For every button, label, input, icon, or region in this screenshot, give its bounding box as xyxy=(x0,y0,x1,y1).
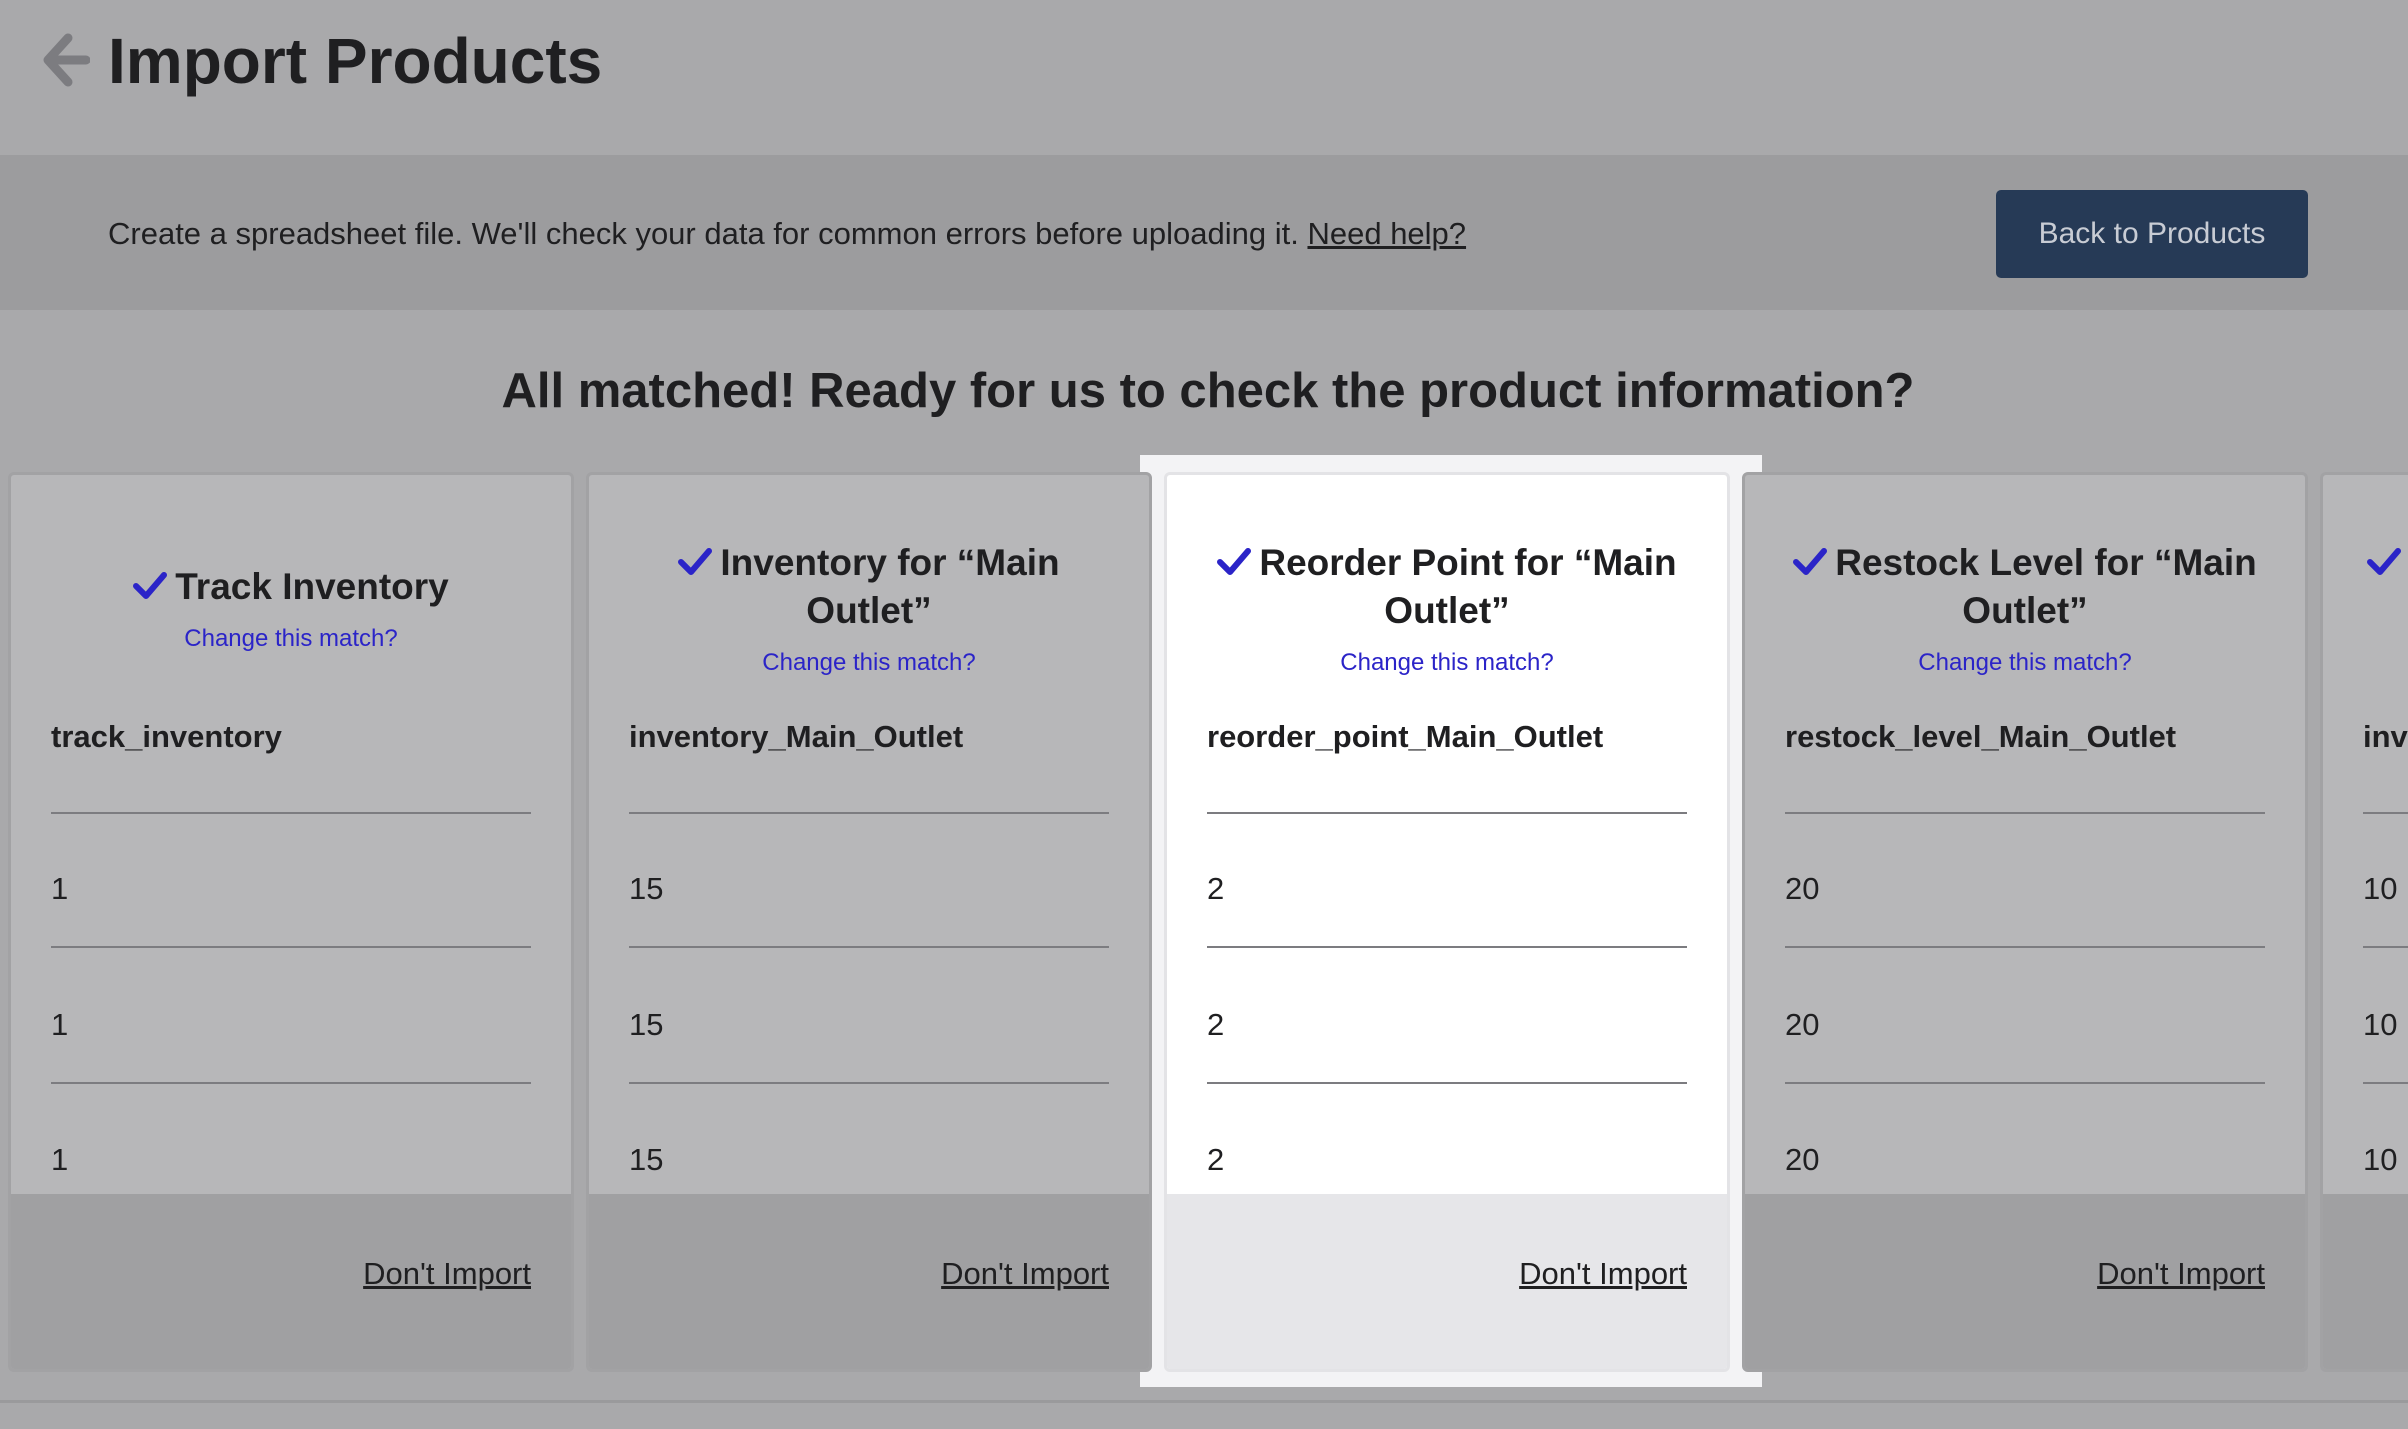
value-cell: 20 xyxy=(1785,1142,2265,1178)
card-title: Inventory for “Main Outlet” xyxy=(589,539,1149,635)
divider xyxy=(51,812,531,814)
dont-import-link[interactable]: Don't Import xyxy=(941,1256,1109,1292)
dont-import-link[interactable]: Don't Import xyxy=(1519,1256,1687,1292)
column-card: Track Inventory Change this match? track… xyxy=(8,472,574,1372)
column-card: Inventory for “Main Outlet” Change this … xyxy=(586,472,1152,1372)
value-cell: 2 xyxy=(1207,871,1687,907)
value-cell: 15 xyxy=(629,1007,1109,1043)
column-card-active: Reorder Point for “Main Outlet” Change t… xyxy=(1164,472,1730,1372)
value-cell: 1 xyxy=(51,1142,531,1178)
value-cell: 10 xyxy=(2363,1007,2408,1043)
divider xyxy=(629,946,1109,948)
card-footer: Don't Import xyxy=(1167,1194,1727,1369)
page-title: Import Products xyxy=(108,18,602,104)
value-cell: 1 xyxy=(51,1007,531,1043)
value-cell: 20 xyxy=(1785,871,2265,907)
page-header: Import Products xyxy=(0,0,2408,155)
value-cell: 10 xyxy=(2363,1142,2408,1178)
dont-import-link[interactable]: Don't Import xyxy=(2097,1256,2265,1292)
divider xyxy=(1207,946,1687,948)
divider xyxy=(1207,812,1687,814)
card-title: Restock Level for “Main Outlet” xyxy=(1745,539,2305,635)
divider xyxy=(51,1082,531,1084)
banner-message: Create a spreadsheet file. We'll check y… xyxy=(108,216,1299,251)
divider xyxy=(51,946,531,948)
change-match-link[interactable]: Change this match? xyxy=(1745,649,2305,677)
divider xyxy=(2363,812,2408,814)
change-match-link[interactable]: Change this match? xyxy=(11,625,571,653)
check-icon xyxy=(1793,547,1827,577)
divider xyxy=(2363,1082,2408,1084)
source-column-name: inve xyxy=(2363,719,2408,755)
divider xyxy=(1785,1082,2265,1084)
card-title: Track Inventory xyxy=(11,563,571,611)
divider xyxy=(1207,1082,1687,1084)
source-column-name: inventory_Main_Outlet xyxy=(629,719,963,755)
divider xyxy=(1785,946,2265,948)
back-to-products-button[interactable]: Back to Products xyxy=(1996,190,2308,278)
value-cell: 2 xyxy=(1207,1142,1687,1178)
card-title: Reorder Point for “Main Outlet” xyxy=(1167,539,1727,635)
card-footer: Don't Import xyxy=(11,1194,571,1369)
card-footer xyxy=(2323,1194,2408,1369)
source-column-name: track_inventory xyxy=(51,719,282,755)
card-footer: Don't Import xyxy=(589,1194,1149,1369)
change-match-link[interactable]: Change this match? xyxy=(1167,649,1727,677)
column-card: Restock Level for “Main Outlet” Change t… xyxy=(1742,472,2308,1372)
change-match-link[interactable]: Change this match? xyxy=(589,649,1149,677)
banner-text: Create a spreadsheet file. We'll check y… xyxy=(108,212,1466,256)
page-bottom xyxy=(0,1400,2408,1429)
value-cell: 10 xyxy=(2363,871,2408,907)
check-icon xyxy=(133,571,167,601)
column-card: inve 10 10 10 xyxy=(2320,472,2408,1372)
arrow-left-icon[interactable] xyxy=(40,30,90,90)
divider xyxy=(1785,812,2265,814)
value-cell: 15 xyxy=(629,1142,1109,1178)
value-cell: 2 xyxy=(1207,1007,1687,1043)
match-status-heading: All matched! Ready for us to check the p… xyxy=(0,356,2408,426)
value-cell: 15 xyxy=(629,871,1109,907)
card-footer: Don't Import xyxy=(1745,1194,2305,1369)
check-icon xyxy=(678,547,712,577)
need-help-link[interactable]: Need help? xyxy=(1307,216,1466,251)
divider xyxy=(629,1082,1109,1084)
divider xyxy=(2363,946,2408,948)
check-icon xyxy=(1217,547,1251,577)
card-title xyxy=(2323,539,2408,587)
source-column-name: reorder_point_Main_Outlet xyxy=(1207,719,1603,755)
check-icon xyxy=(2367,547,2401,577)
source-column-name: restock_level_Main_Outlet xyxy=(1785,719,2176,755)
value-cell: 1 xyxy=(51,871,531,907)
dont-import-link[interactable]: Don't Import xyxy=(363,1256,531,1292)
value-cell: 20 xyxy=(1785,1007,2265,1043)
divider xyxy=(629,812,1109,814)
